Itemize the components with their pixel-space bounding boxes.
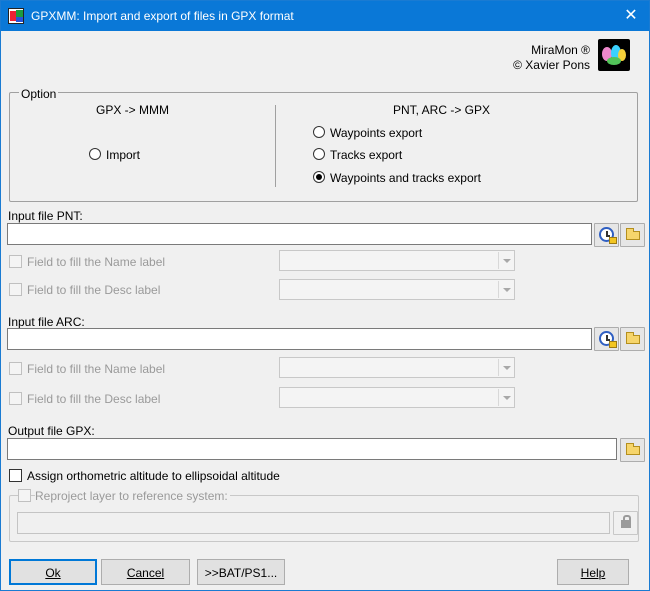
input-arc-label: Input file ARC: xyxy=(8,315,85,329)
assign-altitude-label[interactable]: Assign orthometric altitude to ellipsoid… xyxy=(27,469,280,483)
radio-waypoints-tracks-export-label[interactable]: Waypoints and tracks export xyxy=(330,171,481,185)
cancel-button-label: Cancel xyxy=(126,566,165,580)
window-title: GPXMM: Import and export of files in GPX… xyxy=(31,9,294,23)
gpx-browse-button[interactable] xyxy=(620,438,645,462)
radio-waypoints-export-label[interactable]: Waypoints export xyxy=(330,126,422,140)
title-bar[interactable]: GPXMM: Import and export of files in GPX… xyxy=(1,1,649,31)
input-arc-field[interactable] xyxy=(7,328,592,350)
input-pnt-label: Input file PNT: xyxy=(8,209,83,223)
pnt-desc-field-checkbox[interactable] xyxy=(9,283,22,296)
radio-import-label[interactable]: Import xyxy=(106,148,140,162)
chevron-down-icon xyxy=(498,252,513,269)
option-divider xyxy=(275,105,276,187)
pnt-browse-button[interactable] xyxy=(620,223,645,247)
reproject-lock-button[interactable] xyxy=(613,511,638,535)
radio-tracks-export-label[interactable]: Tracks export xyxy=(330,148,402,162)
cancel-button[interactable]: Cancel xyxy=(101,559,190,585)
app-icon xyxy=(8,8,24,24)
miramon-logo-icon xyxy=(598,39,630,71)
reproject-checkbox[interactable] xyxy=(18,489,31,502)
chevron-down-icon xyxy=(498,359,513,376)
arc-name-field-label: Field to fill the Name label xyxy=(27,362,166,376)
assign-altitude-checkbox[interactable] xyxy=(9,469,22,482)
folder-open-icon xyxy=(626,332,640,344)
pnt-recent-button[interactable] xyxy=(594,223,619,247)
option-group-legend: Option xyxy=(19,87,59,101)
help-button-label: Help xyxy=(580,566,606,580)
help-button[interactable]: Help xyxy=(557,559,629,585)
radio-tracks-export[interactable] xyxy=(313,148,325,160)
pnt-name-field-label: Field to fill the Name label xyxy=(27,255,166,269)
arc-desc-field-checkbox[interactable] xyxy=(9,392,22,405)
folder-open-icon xyxy=(626,443,640,455)
dialog-window: GPXMM: Import and export of files in GPX… xyxy=(0,0,650,591)
reproject-label: Reproject layer to reference system: xyxy=(35,489,230,503)
export-heading: PNT, ARC -> GPX xyxy=(393,103,491,117)
output-gpx-field[interactable] xyxy=(7,438,617,460)
pnt-desc-field-combo[interactable] xyxy=(279,279,515,300)
folder-open-icon xyxy=(626,228,640,240)
ok-button[interactable]: Ok xyxy=(9,559,97,585)
credit-block: MiraMon ® © Xavier Pons xyxy=(513,43,590,73)
arc-desc-field-combo[interactable] xyxy=(279,387,515,408)
pnt-name-field-combo[interactable] xyxy=(279,250,515,271)
ok-button-label: Ok xyxy=(45,566,61,580)
radio-import[interactable] xyxy=(89,148,101,160)
pnt-desc-field-label: Field to fill the Desc label xyxy=(27,283,161,297)
chevron-down-icon xyxy=(498,389,513,406)
arc-recent-button[interactable] xyxy=(594,327,619,351)
radio-waypoints-tracks-export[interactable] xyxy=(313,171,325,183)
arc-name-field-checkbox[interactable] xyxy=(9,362,22,375)
arc-name-field-combo[interactable] xyxy=(279,357,515,378)
pnt-name-field-checkbox[interactable] xyxy=(9,255,22,268)
author-name: © Xavier Pons xyxy=(513,58,590,72)
lock-icon xyxy=(621,515,631,528)
bat-ps1-button-label: >>BAT/PS1... xyxy=(204,566,278,580)
radio-waypoints-export[interactable] xyxy=(313,126,325,138)
arc-browse-button[interactable] xyxy=(620,327,645,351)
arc-desc-field-label: Field to fill the Desc label xyxy=(27,392,161,406)
product-name: MiraMon ® xyxy=(531,43,590,57)
input-pnt-field[interactable] xyxy=(7,223,592,245)
close-icon[interactable]: ✕ xyxy=(613,1,649,31)
bat-ps1-button[interactable]: >>BAT/PS1... xyxy=(197,559,285,585)
reproject-field[interactable] xyxy=(17,512,610,534)
import-heading: GPX -> MMM xyxy=(96,103,170,117)
chevron-down-icon xyxy=(498,281,513,298)
output-gpx-label: Output file GPX: xyxy=(8,424,95,438)
